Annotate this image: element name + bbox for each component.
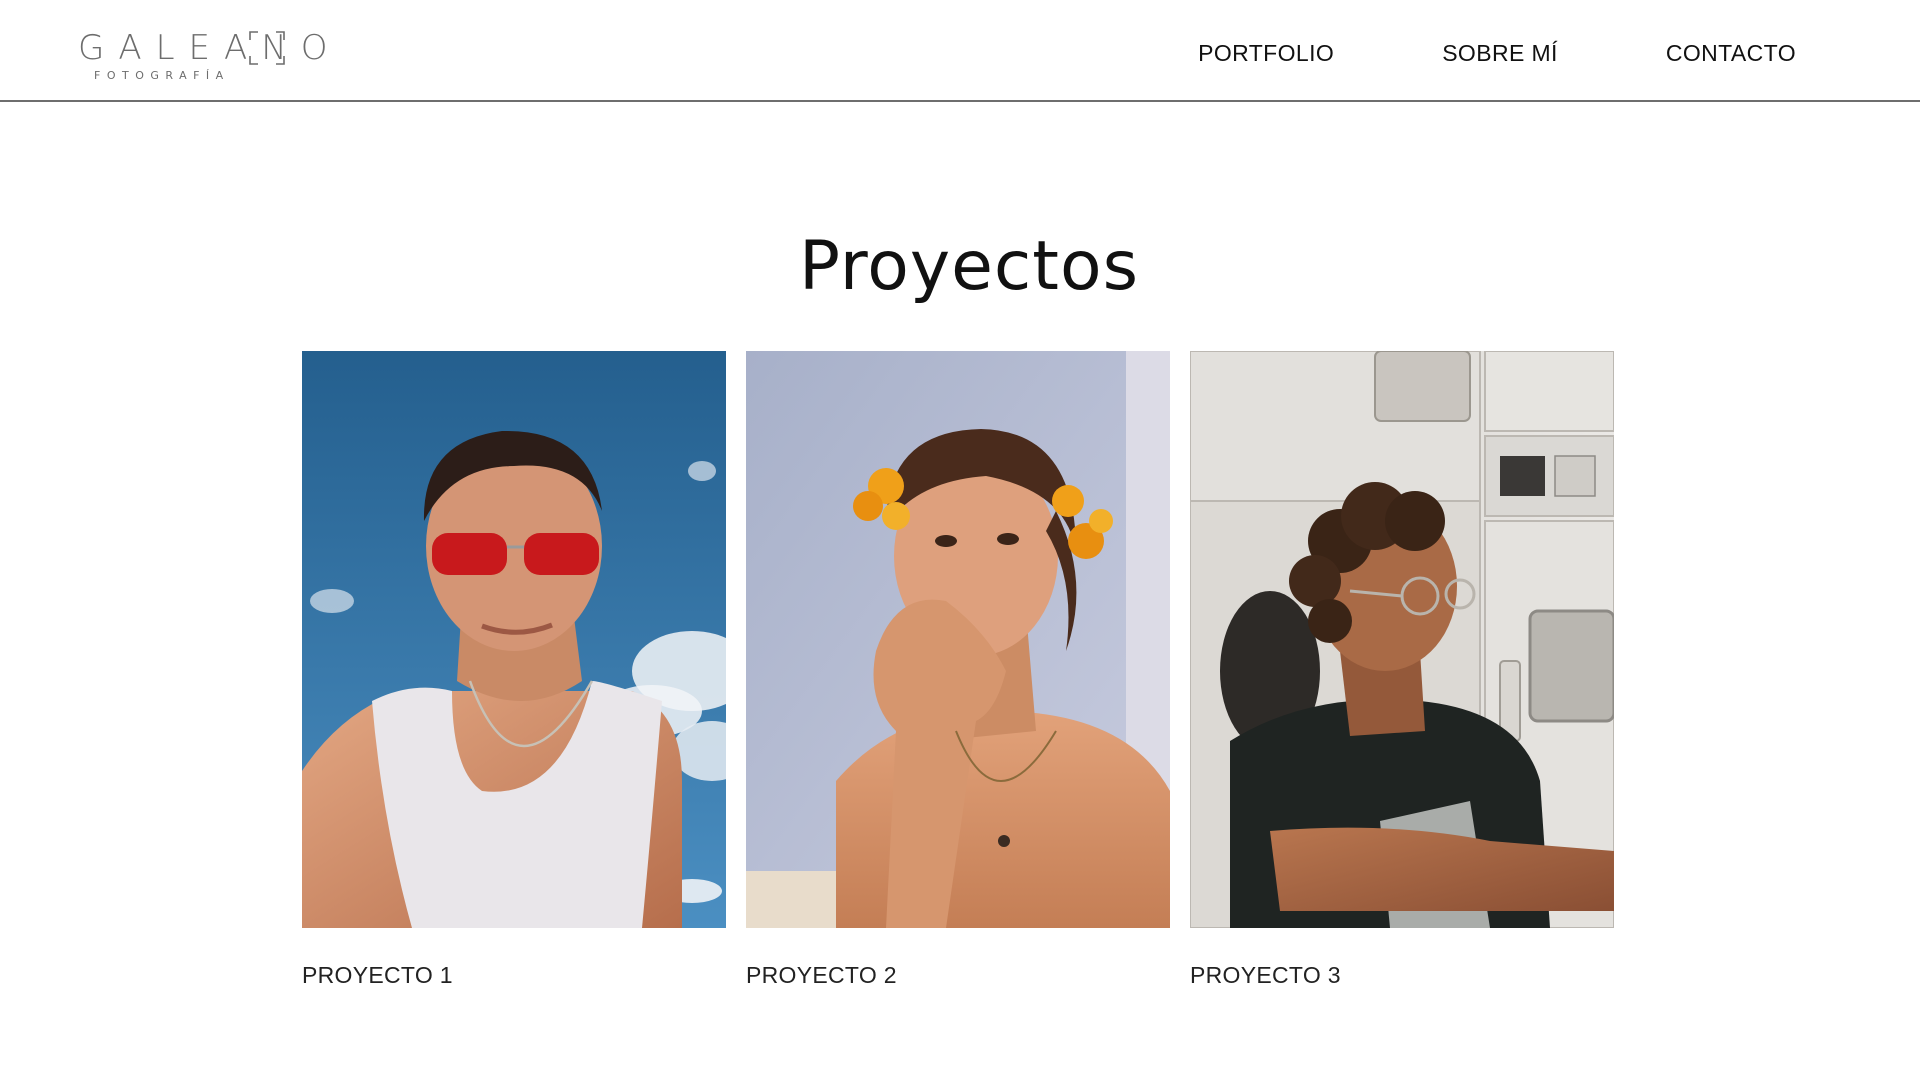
project-3-photo[interactable]	[1190, 351, 1614, 928]
project-1-caption[interactable]: PROYECTO 1	[302, 962, 726, 989]
project-card-1[interactable]: PROYECTO 1	[302, 351, 726, 989]
project-2-caption[interactable]: PROYECTO 2	[746, 962, 1170, 989]
brand-tagline: FOTOGRAFÍA	[94, 69, 230, 82]
camera-frame-icon	[249, 31, 285, 65]
project-3-caption[interactable]: PROYECTO 3	[1190, 962, 1614, 989]
project-1-photo[interactable]	[302, 351, 726, 928]
main-nav: PORTFOLIO SOBRE MÍ CONTACTO	[1198, 40, 1796, 67]
project-2-photo[interactable]	[746, 351, 1170, 928]
nav-contacto[interactable]: CONTACTO	[1666, 40, 1796, 67]
brand-name: GALEANO	[78, 28, 342, 68]
nav-portfolio[interactable]: PORTFOLIO	[1198, 40, 1334, 67]
project-card-3[interactable]: PROYECTO 3	[1190, 351, 1614, 989]
site-header: GALEANO FOTOGRAFÍA PORTFOLIO SOBRE MÍ CO…	[0, 0, 1920, 102]
nav-sobre-mi[interactable]: SOBRE MÍ	[1442, 40, 1558, 67]
page-title: Proyectos	[798, 227, 1140, 306]
brand-logo[interactable]: GALEANO FOTOGRAFÍA	[78, 28, 327, 84]
projects-gallery: PROYECTO 1 PROYECTO 2 PROYECTO 3	[302, 351, 1614, 989]
project-card-2[interactable]: PROYECTO 2	[746, 351, 1170, 989]
